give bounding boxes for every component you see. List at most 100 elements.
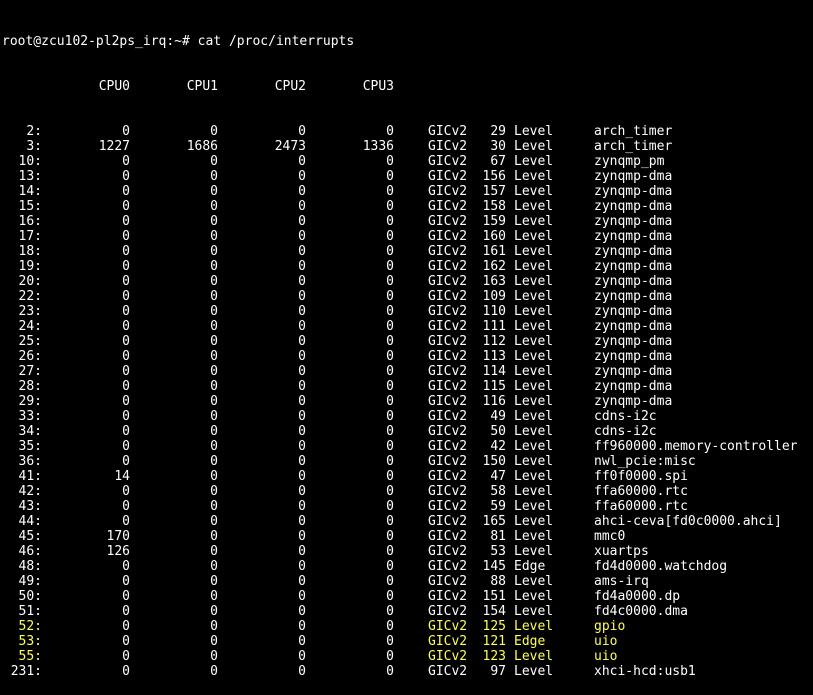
cpu0-count: 0 <box>42 319 130 334</box>
cpu0-count: 0 <box>42 274 130 289</box>
irq-row: 14:0000GICv2157 Levelzynqmp-dma <box>2 184 813 199</box>
cpu0-count: 0 <box>42 154 130 169</box>
irq-row: 2:0000GICv229 Levelarch_timer <box>2 124 813 139</box>
cpu0-count: 0 <box>42 259 130 274</box>
irq-row: 46:126000GICv253 Levelxuartps <box>2 544 813 559</box>
cpu0-count: 0 <box>42 559 130 574</box>
chip: GICv2 <box>428 529 474 544</box>
cpu0-count: 0 <box>42 439 130 454</box>
cpu1-count: 0 <box>130 529 218 544</box>
hwirq: 88 <box>474 574 506 589</box>
irq-number: 25: <box>2 334 42 349</box>
cpu0-count: 0 <box>42 589 130 604</box>
cpu3-count: 0 <box>306 304 394 319</box>
cpu0-count: 0 <box>42 334 130 349</box>
chip: GICv2 <box>428 274 474 289</box>
trigger: Level <box>514 259 594 274</box>
irq-row: 17:0000GICv2160 Levelzynqmp-dma <box>2 229 813 244</box>
cpu2-count: 0 <box>218 214 306 229</box>
irq-number: 20: <box>2 274 42 289</box>
irq-name: zynqmp-dma <box>594 274 672 289</box>
cpu3-count: 0 <box>306 664 394 679</box>
cpu0-count: 0 <box>42 304 130 319</box>
cpu3-count: 1336 <box>306 139 394 154</box>
cpu2-count: 0 <box>218 124 306 139</box>
trigger: Level <box>514 589 594 604</box>
irq-row: 49:0000GICv288 Levelams-irq <box>2 574 813 589</box>
cpu3-count: 0 <box>306 439 394 454</box>
irq-rows: 2:0000GICv229 Levelarch_timer3:122716862… <box>2 124 813 679</box>
hwirq: 159 <box>474 214 506 229</box>
irq-row: 25:0000GICv2112 Levelzynqmp-dma <box>2 334 813 349</box>
irq-row: 53:0000GICv2121 Edgeuio <box>2 634 813 649</box>
irq-number: 34: <box>2 424 42 439</box>
prompt-line: root@zcu102-pl2ps_irq:~# cat /proc/inter… <box>2 34 813 49</box>
chip: GICv2 <box>428 559 474 574</box>
hwirq: 59 <box>474 499 506 514</box>
irq-row: 27:0000GICv2114 Levelzynqmp-dma <box>2 364 813 379</box>
irq-name: ahci-ceva[fd0c0000.ahci] <box>594 514 782 529</box>
hwirq: 30 <box>474 139 506 154</box>
chip: GICv2 <box>428 649 474 664</box>
irq-number: 10: <box>2 154 42 169</box>
irq-name: zynqmp-dma <box>594 364 672 379</box>
irq-name: fd4d0000.watchdog <box>594 559 727 574</box>
cpu1-count: 0 <box>130 559 218 574</box>
cpu1-count: 0 <box>130 274 218 289</box>
hwirq: 116 <box>474 394 506 409</box>
terminal-output: root@zcu102-pl2ps_irq:~# cat /proc/inter… <box>0 0 813 695</box>
cpu2-count: 0 <box>218 439 306 454</box>
trigger: Level <box>514 604 594 619</box>
irq-number: 41: <box>2 469 42 484</box>
cpu0-count: 14 <box>42 469 130 484</box>
irq-row: 15:0000GICv2158 Levelzynqmp-dma <box>2 199 813 214</box>
trigger: Level <box>514 244 594 259</box>
irq-number: 53: <box>2 634 42 649</box>
irq-name: ff0f0000.spi <box>594 469 688 484</box>
hwirq: 110 <box>474 304 506 319</box>
cpu1-count: 0 <box>130 169 218 184</box>
cpu0-count: 1227 <box>42 139 130 154</box>
irq-number: 18: <box>2 244 42 259</box>
hwirq: 165 <box>474 514 506 529</box>
irq-number: 48: <box>2 559 42 574</box>
cpu3-count: 0 <box>306 319 394 334</box>
cpu0-count: 0 <box>42 124 130 139</box>
chip: GICv2 <box>428 574 474 589</box>
trigger: Level <box>514 124 594 139</box>
cpu0-count: 0 <box>42 199 130 214</box>
irq-row: 43:0000GICv259 Levelffa60000.rtc <box>2 499 813 514</box>
cpu1-count: 0 <box>130 289 218 304</box>
cpu1-count: 0 <box>130 424 218 439</box>
cpu1-count: 0 <box>130 649 218 664</box>
hwirq: 125 <box>474 619 506 634</box>
cpu3-count: 0 <box>306 214 394 229</box>
irq-row: 24:0000GICv2111 Levelzynqmp-dma <box>2 319 813 334</box>
irq-name: zynqmp-dma <box>594 319 672 334</box>
cpu0-count: 0 <box>42 649 130 664</box>
irq-row: 52:0000GICv2125 Levelgpio <box>2 619 813 634</box>
cpu2-count: 0 <box>218 394 306 409</box>
cpu2-count: 0 <box>218 259 306 274</box>
cpu3-count: 0 <box>306 379 394 394</box>
chip: GICv2 <box>428 244 474 259</box>
cpu3-count: 0 <box>306 484 394 499</box>
cpu1-count: 0 <box>130 199 218 214</box>
irq-name: mmc0 <box>594 529 625 544</box>
cpu1-count: 0 <box>130 574 218 589</box>
cpu3-count: 0 <box>306 514 394 529</box>
cpu3-count: 0 <box>306 349 394 364</box>
chip: GICv2 <box>428 319 474 334</box>
cpu2-count: 0 <box>218 184 306 199</box>
cpu0-count: 126 <box>42 544 130 559</box>
chip: GICv2 <box>428 124 474 139</box>
cpu2-count: 0 <box>218 454 306 469</box>
chip: GICv2 <box>428 544 474 559</box>
hwirq: 115 <box>474 379 506 394</box>
cpu2-count: 0 <box>218 664 306 679</box>
cpu0-count: 0 <box>42 184 130 199</box>
irq-name: arch_timer <box>594 124 672 139</box>
irq-name: zynqmp-dma <box>594 259 672 274</box>
cpu0-count: 0 <box>42 664 130 679</box>
cpu3-count: 0 <box>306 454 394 469</box>
